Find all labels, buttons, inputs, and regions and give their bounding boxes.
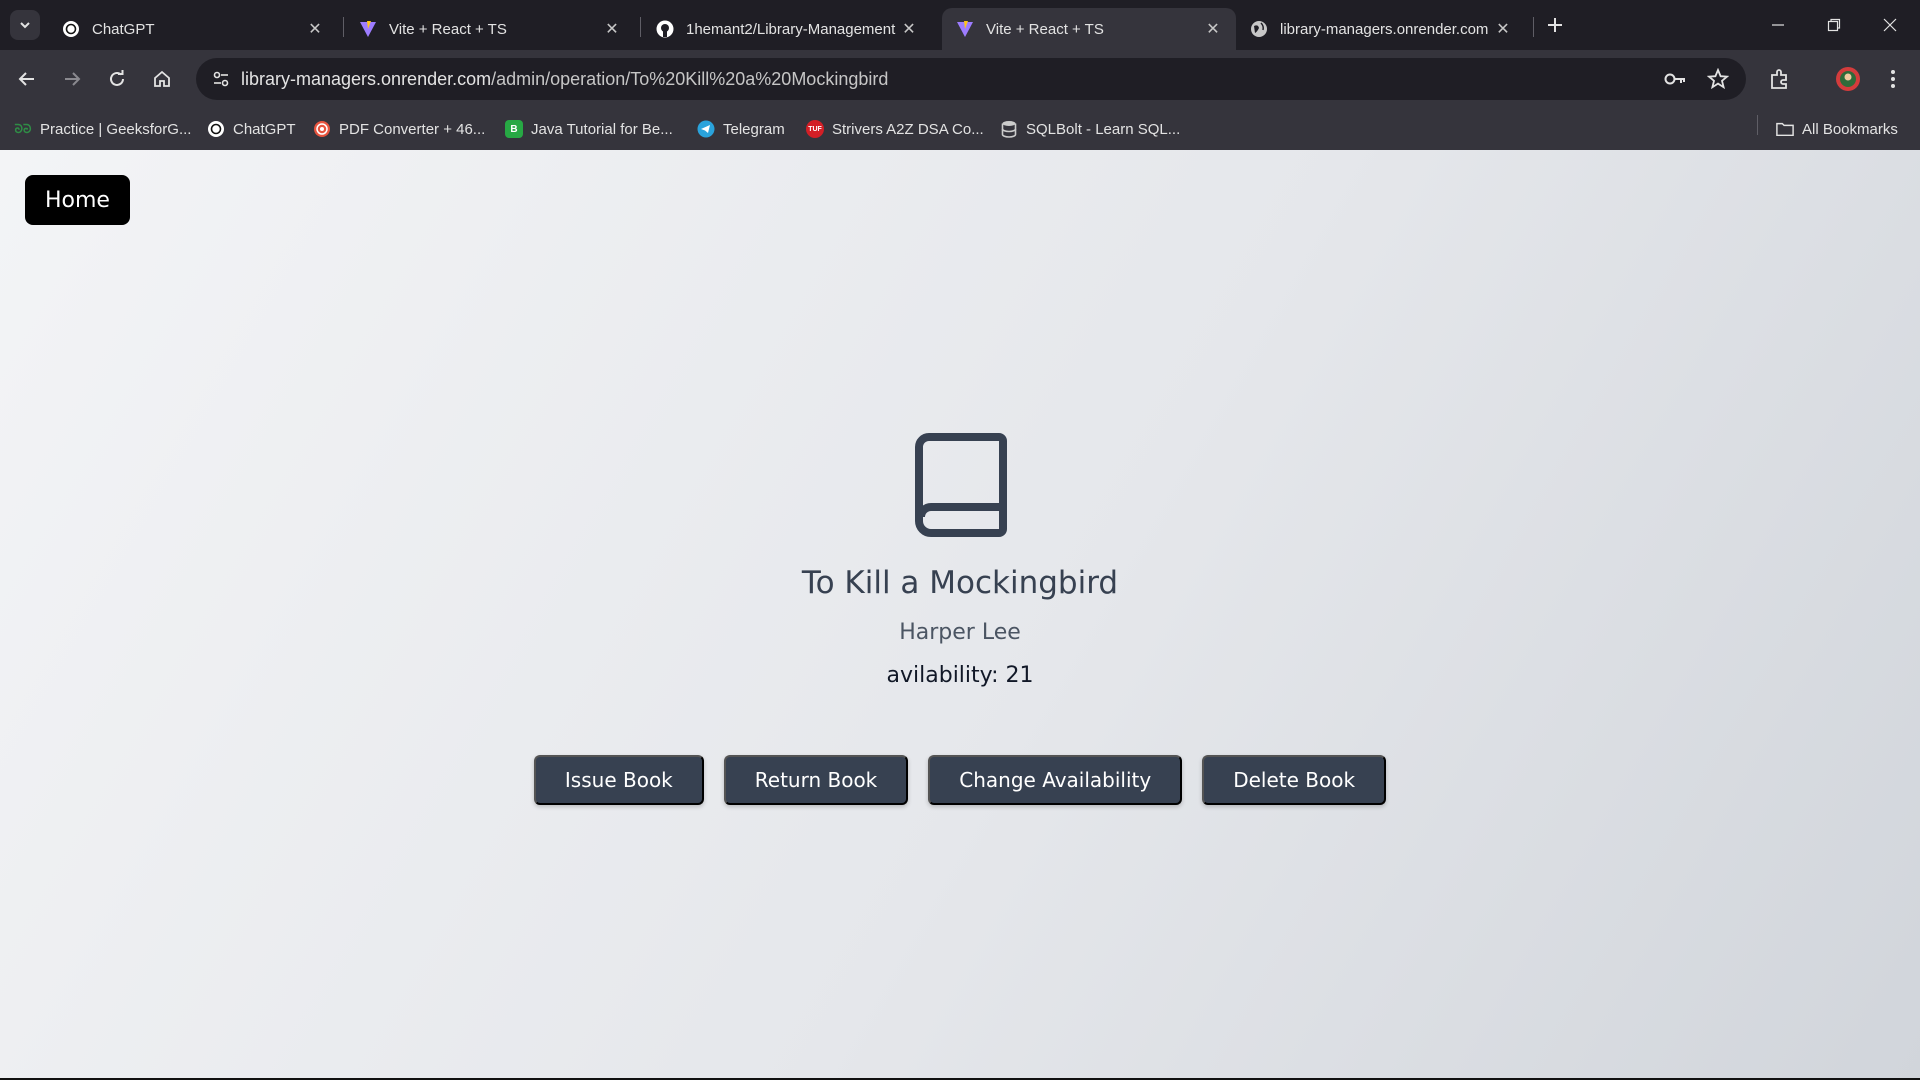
pdf-converter-icon	[313, 120, 331, 138]
bookmark-label: ChatGPT	[233, 120, 296, 138]
bookmark-sqlbolt[interactable]: SQLBolt - Learn SQL...	[1000, 118, 1180, 140]
new-tab-button[interactable]	[1542, 12, 1568, 38]
bookmark-geeksforgeeks[interactable]: ᘐᘒ Practice | GeeksforG...	[14, 118, 192, 140]
tab-separator	[343, 17, 344, 37]
tune-icon	[213, 71, 229, 87]
browser-menu-button[interactable]	[1877, 63, 1909, 95]
tab-vite-1[interactable]: Vite + React + TS ✕	[345, 8, 635, 50]
home-nav-button[interactable]	[146, 63, 178, 95]
address-bar[interactable]: library-managers.onrender.com/admin/oper…	[196, 58, 1746, 100]
chatgpt-icon	[62, 20, 80, 38]
reload-button[interactable]	[101, 63, 133, 95]
vite-icon	[956, 20, 974, 38]
book-icon	[915, 433, 1007, 537]
bookmark-label: Strivers A2Z DSA Co...	[832, 120, 984, 138]
close-icon[interactable]: ✕	[306, 20, 324, 38]
book-title: To Kill a Mockingbird	[801, 565, 1119, 601]
tab-title: Vite + React + TS	[986, 20, 1104, 38]
restore-button[interactable]	[1806, 0, 1862, 50]
home-icon	[154, 70, 170, 87]
close-icon[interactable]: ✕	[900, 20, 918, 38]
reload-icon	[110, 70, 124, 86]
back-button[interactable]	[11, 63, 43, 95]
tab-title: Vite + React + TS	[389, 20, 507, 38]
bookmark-label: Java Tutorial for Be...	[531, 120, 673, 138]
tab-library-managers[interactable]: library-managers.onrender.com ✕	[1236, 8, 1526, 50]
globe-icon	[1250, 20, 1268, 38]
tuf-icon: TUF	[806, 120, 824, 138]
avatar	[1836, 67, 1860, 91]
issue-book-button[interactable]: Issue Book	[533, 755, 704, 805]
bookmark-pdf-converter[interactable]: PDF Converter + 46...	[313, 118, 485, 140]
star-icon	[1707, 68, 1729, 90]
book-actions: Issue Book Return Book Change Availabili…	[0, 755, 1920, 805]
tab-title: 1hemant2/Library-Management	[686, 20, 896, 38]
key-icon	[1664, 73, 1685, 85]
url-host: library-managers.onrender.com	[241, 69, 492, 89]
profile-avatar-button[interactable]	[1832, 63, 1864, 95]
tab-title: ChatGPT	[92, 20, 155, 38]
puzzle-icon	[1771, 69, 1787, 89]
plus-icon	[1548, 18, 1562, 32]
minimize-button[interactable]	[1750, 0, 1806, 50]
url-text[interactable]: library-managers.onrender.com/admin/oper…	[241, 69, 888, 90]
chatgpt-icon	[207, 120, 225, 138]
extensions-button[interactable]	[1764, 63, 1796, 95]
return-book-button[interactable]: Return Book	[723, 755, 909, 805]
password-key-button[interactable]	[1663, 67, 1687, 91]
arrow-right-icon	[65, 72, 81, 86]
tab-separator	[640, 17, 641, 37]
browser-toolbar: library-managers.onrender.com/admin/oper…	[0, 50, 1920, 108]
tab-chatgpt[interactable]: ChatGPT ✕	[48, 8, 338, 50]
close-icon[interactable]: ✕	[1204, 20, 1222, 38]
all-bookmarks-button[interactable]: All Bookmarks	[1776, 118, 1898, 140]
close-icon[interactable]: ✕	[1494, 20, 1512, 38]
bookmark-label: Telegram	[723, 120, 785, 138]
bookmarks-separator	[1757, 115, 1758, 135]
minimize-icon	[1772, 24, 1784, 26]
close-window-button[interactable]	[1862, 0, 1918, 50]
tab-title: library-managers.onrender.com	[1280, 20, 1489, 38]
bookmark-star-button[interactable]	[1706, 67, 1730, 91]
java-b-icon: B	[505, 120, 523, 138]
change-availability-button[interactable]: Change Availability	[928, 755, 1183, 805]
folder-icon	[1776, 120, 1794, 138]
database-icon	[1000, 120, 1018, 138]
all-bookmarks-label: All Bookmarks	[1802, 120, 1898, 138]
tab-vite-active[interactable]: Vite + React + TS ✕	[942, 8, 1236, 50]
bookmark-strivers[interactable]: TUF Strivers A2Z DSA Co...	[806, 118, 984, 140]
close-icon	[1883, 18, 1897, 32]
bookmark-chatgpt[interactable]: ChatGPT	[207, 118, 296, 140]
tab-search-button[interactable]	[10, 10, 40, 40]
bookmark-java-tutorial[interactable]: B Java Tutorial for Be...	[505, 118, 673, 140]
gfg-icon: ᘐᘒ	[14, 121, 32, 136]
book-author: Harper Lee	[899, 620, 1021, 645]
delete-book-button[interactable]: Delete Book	[1202, 755, 1387, 805]
tab-github[interactable]: 1hemant2/Library-Management ✕	[642, 8, 932, 50]
bookmark-label: SQLBolt - Learn SQL...	[1026, 120, 1181, 138]
tab-strip: ChatGPT ✕ Vite + React + TS ✕ 1hemant2/L…	[0, 0, 1920, 50]
bookmark-label: PDF Converter + 46...	[339, 120, 486, 138]
chevron-down-icon	[20, 22, 30, 29]
book-availability: avilability: 21	[886, 663, 1034, 688]
bookmarks-bar: ᘐᘒ Practice | GeeksforG... ChatGPT PDF C…	[0, 108, 1920, 150]
home-button[interactable]: Home	[25, 175, 130, 225]
vite-icon	[359, 20, 377, 38]
book-operation-page: Home To Kill a Mockingbird Harper Lee av…	[0, 150, 1920, 1080]
telegram-icon	[697, 120, 715, 138]
site-info-button[interactable]	[206, 64, 236, 94]
bookmark-label: Practice | GeeksforG...	[40, 120, 192, 138]
close-icon[interactable]: ✕	[603, 20, 621, 38]
tab-separator	[1533, 17, 1534, 37]
restore-icon	[1827, 18, 1841, 32]
bookmark-telegram[interactable]: Telegram	[697, 118, 785, 140]
arrow-left-icon	[18, 72, 34, 86]
url-path: /admin/operation/To%20Kill%20a%20Mocking…	[491, 69, 889, 89]
more-vertical-icon	[1891, 70, 1895, 88]
forward-button[interactable]	[56, 63, 88, 95]
github-icon	[656, 20, 674, 38]
